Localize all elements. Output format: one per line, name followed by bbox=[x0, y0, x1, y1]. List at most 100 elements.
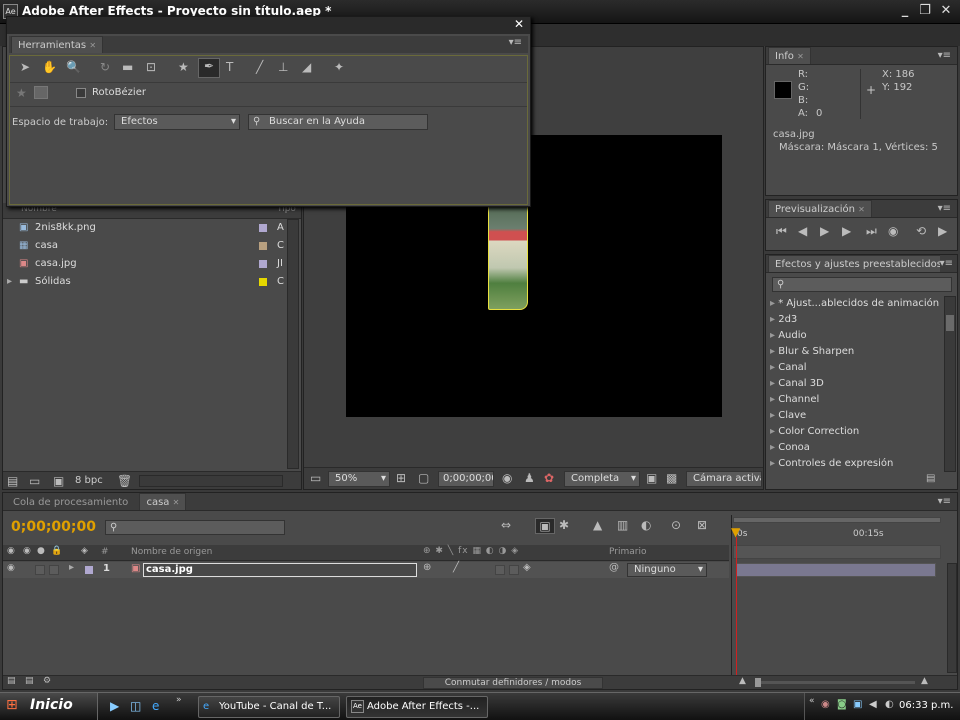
panel-menu-icon[interactable]: ▾≡ bbox=[938, 200, 951, 217]
motion-blur-icon[interactable]: ◐ bbox=[641, 518, 651, 532]
show-desktop-icon[interactable]: ◫ bbox=[130, 699, 141, 713]
work-area-bar[interactable] bbox=[733, 517, 941, 523]
close-icon[interactable]: ✕ bbox=[937, 3, 955, 20]
effect-category[interactable]: Conoa bbox=[778, 442, 810, 453]
shape-tool-icon[interactable]: ★ bbox=[178, 60, 189, 74]
list-item[interactable]: ▦ casa C bbox=[5, 237, 285, 255]
expand-arrow-icon[interactable]: ▸ bbox=[770, 426, 775, 437]
hand-tool-icon[interactable]: ✋ bbox=[42, 60, 57, 74]
draft-3d-icon[interactable]: ✱ bbox=[559, 518, 569, 532]
next-frame-icon[interactable]: ▶ bbox=[842, 224, 851, 238]
expand-arrow-icon[interactable]: ▸ bbox=[770, 442, 775, 453]
safe-zones-icon[interactable]: ⊞ bbox=[396, 471, 406, 485]
expand-arrow-icon[interactable]: ▸ bbox=[770, 298, 775, 309]
column-source-name[interactable]: Nombre de origen bbox=[131, 547, 212, 557]
eraser-tool-icon[interactable]: ◢ bbox=[302, 60, 311, 74]
audio-toggle-icon[interactable]: ◉ bbox=[23, 546, 31, 556]
list-item[interactable]: ▸ ▬ Sólidas C bbox=[5, 273, 285, 291]
expand-arrow-icon[interactable]: ▸ bbox=[770, 458, 775, 469]
effect-category[interactable]: Clave bbox=[778, 410, 806, 421]
restore-icon[interactable]: ❐ bbox=[916, 3, 934, 20]
play-icon[interactable]: ▶ bbox=[820, 224, 829, 238]
puppet-tool-icon[interactable]: ✦ bbox=[334, 60, 344, 74]
effect-category[interactable]: Audio bbox=[778, 330, 806, 341]
network-icon[interactable]: ▣ bbox=[853, 699, 862, 710]
expand-arrow-icon[interactable]: ▸ bbox=[770, 394, 775, 405]
effect-category[interactable]: 2d3 bbox=[778, 314, 797, 325]
time-ruler[interactable]: 0s 00:15s ▼ bbox=[731, 515, 943, 563]
expand-arrow-icon[interactable]: ▸ bbox=[770, 314, 775, 325]
zoom-out-icon[interactable]: ▲ bbox=[739, 676, 746, 686]
effect-category[interactable]: Canal 3D bbox=[778, 378, 824, 389]
start-button[interactable]: ⊞ Inicio bbox=[0, 693, 98, 720]
tab-herramientas[interactable]: Herramientas ✕ bbox=[11, 36, 104, 53]
last-frame-icon[interactable]: ⏭ bbox=[866, 224, 877, 239]
panel-menu-icon[interactable]: ▾≡ bbox=[938, 47, 951, 64]
horizontal-scrollbar[interactable] bbox=[139, 475, 283, 487]
timeline-vertical-scrollbar[interactable] bbox=[947, 563, 957, 673]
list-item[interactable]: ▣ casa.jpg JI bbox=[5, 255, 285, 273]
layer-row[interactable]: ◉ ▸ 1 ▣ casa.jpg ⊕ ╱ ◈ @ Ninguno ▾ bbox=[3, 562, 729, 578]
lock-icon[interactable]: 🔒 bbox=[51, 546, 62, 556]
3d-layer-icon[interactable]: ◈ bbox=[523, 562, 531, 573]
list-item[interactable]: ▣ 2nis8kk.png A bbox=[5, 219, 285, 237]
toggle-switches-modes-button[interactable]: Conmutar definidores / modos bbox=[423, 677, 603, 689]
tab-effects[interactable]: Efectos y ajustes preestablecidos bbox=[768, 255, 949, 272]
layer-name[interactable]: casa.jpg bbox=[143, 563, 417, 577]
new-preset-icon[interactable]: ▤ bbox=[926, 473, 935, 484]
effect-category[interactable]: Channel bbox=[778, 394, 819, 405]
close-icon[interactable]: ✕ bbox=[514, 17, 524, 31]
ruler-track[interactable] bbox=[733, 545, 941, 559]
project-scrollbar[interactable] bbox=[287, 219, 299, 469]
column-number[interactable]: # bbox=[101, 547, 109, 557]
masked-layer-image[interactable] bbox=[488, 205, 528, 310]
close-tab-icon[interactable]: ✕ bbox=[797, 52, 804, 61]
transparency-grid-icon[interactable]: ▩ bbox=[666, 471, 677, 485]
label-icon[interactable]: ◈ bbox=[81, 546, 88, 556]
pick-whip-icon[interactable]: @ bbox=[609, 562, 619, 573]
camera-tool-icon[interactable]: ▬ bbox=[122, 60, 133, 74]
close-tab-icon[interactable]: ✕ bbox=[89, 41, 96, 50]
loop-icon[interactable]: ⟲ bbox=[916, 224, 926, 238]
selection-tool-icon[interactable]: ➤ bbox=[20, 60, 30, 74]
current-time-field[interactable]: 0;00;00;00 bbox=[438, 471, 494, 487]
rotation-tool-icon[interactable]: ↻ bbox=[100, 60, 110, 74]
zoom-tool-icon[interactable]: 🔍 bbox=[66, 60, 81, 74]
column-parent[interactable]: Primario bbox=[609, 547, 646, 557]
internet-explorer-icon[interactable]: e bbox=[152, 699, 159, 713]
zoom-slider[interactable] bbox=[755, 678, 915, 687]
graph-editor-icon[interactable]: ⊙ bbox=[671, 518, 681, 532]
timeline-timecode[interactable]: 0;00;00;00 bbox=[11, 519, 96, 535]
mask-visibility-icon[interactable]: ▢ bbox=[418, 471, 429, 485]
clock[interactable]: 06:33 p.m. bbox=[899, 700, 953, 711]
floating-title-bar[interactable]: ✕ bbox=[7, 17, 530, 34]
switch-box[interactable] bbox=[495, 565, 505, 575]
zoom-in-icon[interactable]: ▲ bbox=[921, 676, 928, 686]
expand-arrow-icon[interactable]: ▸ bbox=[770, 378, 775, 389]
workspace-dropdown[interactable]: Efectos ▾ bbox=[114, 114, 240, 130]
solo-icon[interactable]: ● bbox=[37, 546, 45, 556]
effects-scrollbar[interactable] bbox=[944, 296, 956, 472]
media-player-icon[interactable]: ▶ bbox=[110, 699, 119, 713]
previous-frame-icon[interactable]: ◀ bbox=[798, 224, 807, 238]
eye-icon[interactable]: ◉ bbox=[7, 563, 15, 573]
region-of-interest-icon[interactable]: ▣ bbox=[646, 471, 657, 485]
solo-box[interactable] bbox=[35, 565, 45, 575]
frame-blending-icon[interactable]: ▥ bbox=[617, 518, 628, 532]
expand-tray-icon[interactable]: « bbox=[809, 696, 815, 706]
label-color-swatch[interactable] bbox=[259, 278, 267, 286]
panel-menu-icon[interactable]: ▾≡ bbox=[939, 255, 953, 272]
effect-category[interactable]: Controles de expresión bbox=[778, 458, 893, 469]
close-tab-icon[interactable]: ✕ bbox=[173, 498, 180, 507]
tab-info[interactable]: Info ✕ bbox=[768, 47, 811, 64]
first-frame-icon[interactable]: ⏮ bbox=[776, 224, 787, 239]
scroll-thumb[interactable] bbox=[946, 315, 954, 331]
parent-dropdown[interactable]: Ninguno ▾ bbox=[627, 563, 707, 577]
tab-render-queue[interactable]: Cola de procesamiento bbox=[5, 497, 136, 508]
new-folder-icon[interactable]: ▭ bbox=[29, 474, 40, 488]
label-color-swatch[interactable] bbox=[259, 260, 267, 268]
tab-casa[interactable]: casa ✕ bbox=[139, 493, 187, 510]
layer-label-swatch[interactable] bbox=[85, 566, 93, 574]
zoom-slider-thumb[interactable] bbox=[755, 678, 761, 687]
stroke-icon[interactable] bbox=[34, 86, 48, 99]
